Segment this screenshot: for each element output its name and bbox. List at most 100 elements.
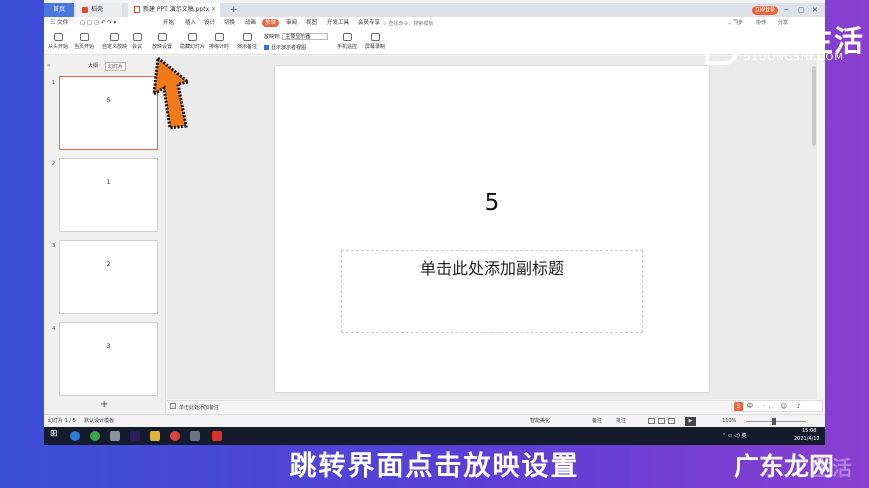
gear-icon[interactable] xyxy=(110,431,120,441)
tab-bar: 首页 稻壳 新建 PPT 演示文稿.pptx ✕ + 立即登录 ─ ▢ ✕ xyxy=(44,3,825,17)
tab-daoke-label: 稻壳 xyxy=(91,6,104,13)
orange-pointer-arrow-icon xyxy=(152,55,192,130)
play-slideshow-icon[interactable]: ▶ xyxy=(685,417,696,426)
meeting-icon xyxy=(132,33,142,41)
meeting-button[interactable]: 会议 xyxy=(132,33,142,50)
login-button[interactable]: 立即登录 xyxy=(752,6,778,15)
vertical-scrollbar[interactable] xyxy=(812,66,816,146)
slide-number: 3 xyxy=(52,243,56,249)
slide-thumbnail-1[interactable]: 5 xyxy=(59,76,158,150)
from-beginning-button[interactable]: 从头开始 xyxy=(48,33,68,50)
wps-icon[interactable] xyxy=(212,431,222,441)
hide-slide-icon xyxy=(188,33,197,41)
ime-toolbar[interactable]: S 中 ·, ☺ ♪ ⌨ ▣ ⚙ xyxy=(731,400,823,421)
phone-remote-button[interactable]: 手机遥控 xyxy=(337,33,357,50)
screen-record-label: 屏幕录制 xyxy=(365,44,386,50)
notes-placeholder: 单击此处添加备注 xyxy=(179,405,220,411)
timer-icon xyxy=(214,33,224,41)
thumbnail-text: 3 xyxy=(106,343,111,350)
from-current-label: 当页开始 xyxy=(74,44,95,50)
command-search[interactable]: ⌕ 查找命令、搜索模板 xyxy=(384,20,433,27)
menu-item-start[interactable]: 开始 xyxy=(163,17,174,30)
hide-slide-button[interactable]: 隐藏幻灯片 xyxy=(180,33,205,50)
app-icon[interactable] xyxy=(90,431,100,441)
meeting-label: 会议 xyxy=(132,44,143,50)
rehearse-timing-label: 排练计时 xyxy=(209,44,230,50)
display-value[interactable]: 主要显示器 xyxy=(282,33,329,40)
hide-slide-label: 隐藏幻灯片 xyxy=(180,44,206,50)
chrome-icon[interactable] xyxy=(170,431,180,441)
tab-slides[interactable]: 幻灯片 xyxy=(105,62,127,71)
system-tray[interactable]: ⌃ ▭ ◁) 英 xyxy=(722,432,746,441)
slide-thumbnail-2[interactable]: 1 xyxy=(59,158,158,232)
presenter-notes-label: 演示备注 xyxy=(237,44,258,50)
subtitle-placeholder[interactable]: 单击此处添加副标题 xyxy=(341,250,643,333)
slide-panel: « 大纲 幻灯片 1 5 2 1 3 2 4 3 + xyxy=(44,56,166,414)
slide-number: 4 xyxy=(52,326,56,332)
file-menu[interactable]: 三 文件 xyxy=(50,17,68,30)
menu-item-design[interactable]: 设计 xyxy=(204,17,215,30)
reading-view-icon[interactable] xyxy=(668,418,675,424)
photos-icon[interactable] xyxy=(190,431,200,441)
status-bar: 幻灯片 1 / 5 默认设计模板 智能美化 备注 批注 ▶ 110% xyxy=(44,414,825,427)
from-current-button[interactable]: 当页开始 xyxy=(74,33,94,50)
close-window-icon[interactable]: ✕ xyxy=(812,3,818,17)
display-label: 放映到: xyxy=(264,34,281,40)
presenter-notes-button[interactable]: 演示备注 xyxy=(237,33,257,50)
current-slide[interactable]: 5 单击此处添加副标题 xyxy=(275,66,709,392)
slide-thumbnail-3[interactable]: 2 xyxy=(59,240,158,314)
slideshow-settings-button[interactable]: 放映设置 xyxy=(152,33,172,50)
clock-date: 2021/4/12 xyxy=(794,436,820,442)
checkbox-checked-icon[interactable] xyxy=(264,45,269,50)
thumbnail-text: 5 xyxy=(106,97,111,104)
menu-item-member[interactable]: 会员专享 xyxy=(358,17,380,30)
daoke-icon xyxy=(82,6,88,13)
menu-item-animation[interactable]: 动画 xyxy=(245,17,256,30)
menu-item-view[interactable]: 视图 xyxy=(306,17,317,30)
brand-logo-url: 51DONGSHI.COM xyxy=(744,52,845,63)
edge-icon[interactable] xyxy=(70,431,80,441)
play-from-start-icon xyxy=(53,33,63,41)
custom-show-icon xyxy=(110,33,119,41)
phone-icon xyxy=(342,33,352,41)
collapse-panel-icon[interactable]: « xyxy=(47,62,51,69)
menu-item-review[interactable]: 审阅 xyxy=(286,17,297,30)
maximize-icon[interactable]: ▢ xyxy=(798,3,805,17)
from-beginning-label: 从头开始 xyxy=(48,44,69,50)
sogou-ime-icon[interactable]: S xyxy=(734,402,743,411)
normal-view-icon[interactable] xyxy=(648,418,655,424)
rehearse-timing-button[interactable]: 排练计时 xyxy=(209,33,229,50)
tab-daoke[interactable]: 稻壳 xyxy=(76,3,122,17)
add-slide-button[interactable]: + xyxy=(100,399,108,410)
tab-outline[interactable]: 大纲 xyxy=(88,62,98,69)
zoom-slider[interactable] xyxy=(746,421,806,422)
premiere-icon[interactable] xyxy=(130,431,140,441)
new-tab-button[interactable]: + xyxy=(230,3,238,17)
folder-icon[interactable] xyxy=(150,431,160,441)
windows-taskbar: ⊞ ⌃ ▭ ◁) 英 15:08 2021/4/12 xyxy=(44,427,825,445)
toolbar-icons[interactable]: ▢ ▢ ▢ ↶ ↷ ▾ xyxy=(80,17,116,30)
screen-record-button[interactable]: 屏幕录制 xyxy=(365,33,385,50)
subtitle-text: 单击此处添加副标题 xyxy=(419,259,564,278)
display-select[interactable]: 放映到: 主要显示器 xyxy=(264,33,329,40)
close-tab-icon[interactable]: ✕ xyxy=(211,3,216,17)
sorter-view-icon[interactable] xyxy=(658,418,665,424)
tab-home[interactable]: 首页 xyxy=(44,3,74,17)
menu-item-devtools[interactable]: 开发工具 xyxy=(327,17,349,30)
custom-show-button[interactable]: 自定义放映 xyxy=(102,33,127,50)
play-current-icon xyxy=(79,33,89,41)
slide-thumbnail-4[interactable]: 3 xyxy=(59,322,158,396)
slideshow-settings-label: 放映设置 xyxy=(152,44,173,50)
slide-title[interactable]: 5 xyxy=(275,190,709,216)
notes-icon xyxy=(170,403,176,409)
menu-item-insert[interactable]: 插入 xyxy=(185,17,196,30)
presenter-view-checkbox[interactable]: 显示演示者视图 xyxy=(264,44,306,51)
minimize-icon[interactable]: ─ xyxy=(784,3,788,17)
tab-document-label: 新建 PPT 演示文稿.pptx xyxy=(143,6,210,13)
notes-pane[interactable]: 单击此处添加备注 xyxy=(167,400,817,414)
zoom-slider-handle[interactable] xyxy=(772,418,776,425)
menu-item-slideshow[interactable]: 放映 xyxy=(262,19,280,27)
tab-document[interactable]: 新建 PPT 演示文稿.pptx ✕ xyxy=(128,3,220,17)
windows-start-icon[interactable]: ⊞ xyxy=(50,429,60,439)
menu-item-transition[interactable]: 切换 xyxy=(224,17,235,30)
